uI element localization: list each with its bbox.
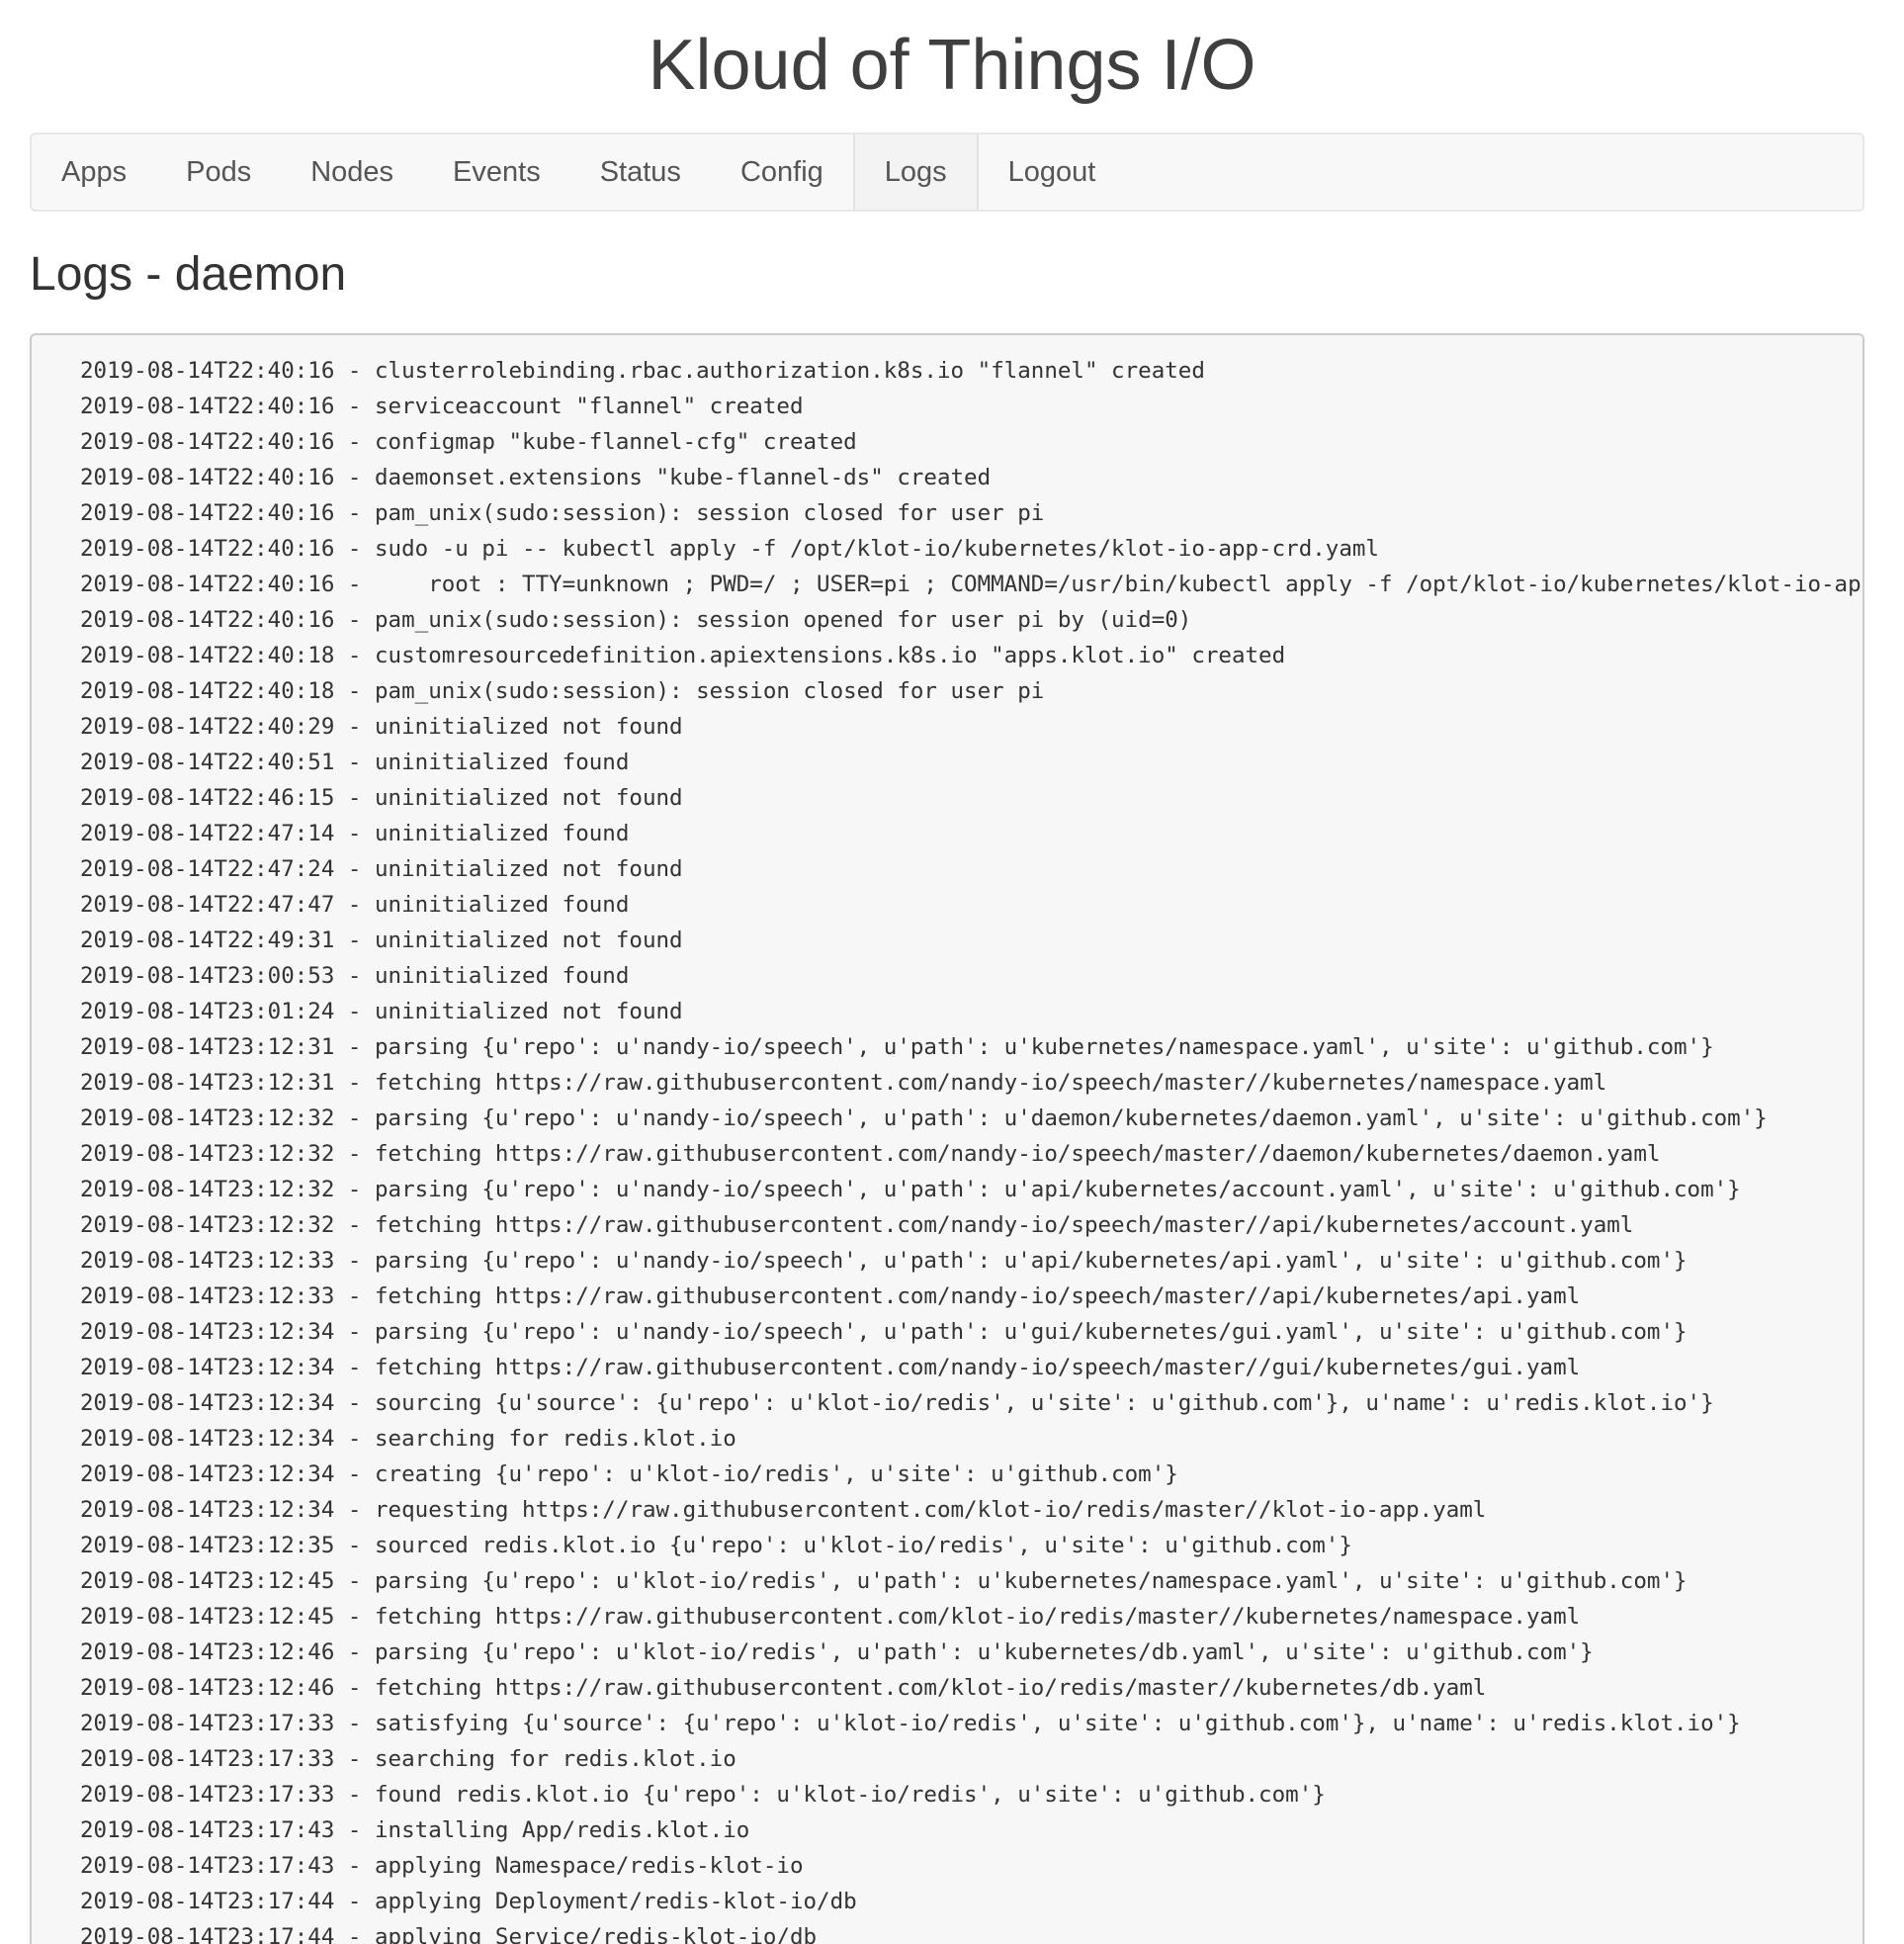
log-line: 2019-08-14T22:40:16 - pam_unix(sudo:sess… [80, 500, 1045, 526]
log-line: 2019-08-14T22:40:16 - daemonset.extensio… [80, 465, 992, 490]
log-line: 2019-08-14T22:40:16 - sudo -u pi -- kube… [80, 536, 1379, 562]
log-line: 2019-08-14T23:17:33 - searching for redi… [80, 1746, 736, 1772]
log-line: 2019-08-14T23:17:43 - applying Namespace… [80, 1853, 804, 1879]
log-line: 2019-08-14T23:12:32 - parsing {u'repo': … [80, 1105, 1768, 1131]
log-line: 2019-08-14T23:12:35 - sourced redis.klot… [80, 1533, 1352, 1558]
log-line: 2019-08-14T23:12:34 - fetching https://r… [80, 1355, 1581, 1380]
log-line: 2019-08-14T23:12:31 - parsing {u'repo': … [80, 1034, 1714, 1060]
log-line: 2019-08-14T23:12:34 - searching for redi… [80, 1426, 736, 1452]
log-line: 2019-08-14T23:00:53 - uninitialized foun… [80, 963, 630, 989]
log-line: 2019-08-14T23:12:31 - fetching https://r… [80, 1070, 1607, 1096]
log-line: 2019-08-14T23:12:34 - sourcing {u'source… [80, 1390, 1714, 1416]
log-line: 2019-08-14T22:40:16 - configmap "kube-fl… [80, 429, 857, 455]
log-line: 2019-08-14T22:47:14 - uninitialized foun… [80, 821, 630, 846]
log-line: 2019-08-14T22:40:16 - pam_unix(sudo:sess… [80, 607, 1192, 633]
log-line: 2019-08-14T22:40:16 - clusterrolebinding… [80, 358, 1205, 384]
site-title: Kloud of Things I/O [648, 26, 1256, 105]
log-line: 2019-08-14T23:12:33 - parsing {u'repo': … [80, 1248, 1688, 1274]
log-line: 2019-08-14T23:12:45 - fetching https://r… [80, 1604, 1581, 1630]
top-navbar: Apps Pods Nodes Events Status Config Logs Logou… [30, 133, 1864, 212]
log-line: 2019-08-14T23:12:34 - parsing {u'repo': … [80, 1319, 1688, 1345]
nav-item-logout[interactable]: Logout [979, 134, 1126, 210]
log-line: 2019-08-14T22:47:47 - uninitialized foun… [80, 892, 630, 918]
log-line: 2019-08-14T23:01:24 - uninitialized not … [80, 999, 683, 1024]
log-line: 2019-08-14T22:40:18 - customresourcedefi… [80, 643, 1286, 668]
nav-item-apps[interactable]: Apps [32, 134, 156, 210]
log-line: 2019-08-14T22:40:29 - uninitialized not … [80, 714, 683, 740]
nav-list: Apps Pods Nodes Events Status Config Logs Logou… [32, 134, 1862, 210]
log-line: 2019-08-14T23:17:33 - found redis.klot.i… [80, 1782, 1326, 1808]
log-line: 2019-08-14T23:17:43 - installing App/red… [80, 1817, 750, 1843]
log-line: 2019-08-14T23:17:33 - satisfying {u'sour… [80, 1711, 1741, 1736]
log-line: 2019-08-14T23:12:46 - parsing {u'repo': … [80, 1639, 1594, 1665]
nav-item-events[interactable]: Events [423, 134, 570, 210]
log-line: 2019-08-14T23:12:46 - fetching https://r… [80, 1675, 1487, 1701]
log-line: 2019-08-14T22:49:31 - uninitialized not … [80, 928, 683, 953]
log-line: 2019-08-14T23:12:45 - parsing {u'repo': … [80, 1568, 1688, 1594]
page: Kloud of Things I/O Apps Pods Nodes Events S… [0, 0, 1904, 1944]
log-lines: 2019-08-14T22:40:16 - clusterrolebinding… [32, 335, 1862, 1944]
nav-item-config[interactable]: Config [711, 134, 853, 210]
log-line: 2019-08-14T22:40:51 - uninitialized foun… [80, 750, 630, 775]
log-line: 2019-08-14T23:12:32 - parsing {u'repo': … [80, 1177, 1741, 1202]
nav-item-nodes[interactable]: Nodes [281, 134, 423, 210]
log-line: 2019-08-14T22:46:15 - uninitialized not … [80, 785, 683, 811]
log-line: 2019-08-14T23:12:33 - fetching https://r… [80, 1283, 1581, 1309]
log-line: 2019-08-14T23:12:32 - fetching https://r… [80, 1141, 1661, 1167]
log-line: 2019-08-14T22:47:24 - uninitialized not … [80, 856, 683, 882]
log-line: 2019-08-14T23:12:32 - fetching https://r… [80, 1212, 1634, 1238]
log-line: 2019-08-14T23:17:44 - applying Deploymen… [80, 1889, 857, 1914]
log-line: 2019-08-14T23:17:44 - applying Service/r… [80, 1924, 818, 1944]
nav-item-logs[interactable]: Logs [852, 134, 979, 210]
page-heading: Logs - daemon [30, 248, 347, 301]
log-line: 2019-08-14T22:40:18 - pam_unix(sudo:sess… [80, 678, 1045, 704]
nav-item-pods[interactable]: Pods [156, 134, 281, 210]
log-line: 2019-08-14T23:12:34 - creating {u'repo':… [80, 1461, 1178, 1487]
log-panel[interactable]: 2019-08-14T22:40:16 - clusterrolebinding… [30, 333, 1864, 1944]
nav-item-status[interactable]: Status [570, 134, 711, 210]
log-line: 2019-08-14T22:40:16 - serviceaccount "fl… [80, 394, 804, 419]
log-line: 2019-08-14T23:12:34 - requesting https:/… [80, 1497, 1487, 1523]
log-line: 2019-08-14T22:40:16 - root : TTY=unknown… [80, 572, 1864, 597]
